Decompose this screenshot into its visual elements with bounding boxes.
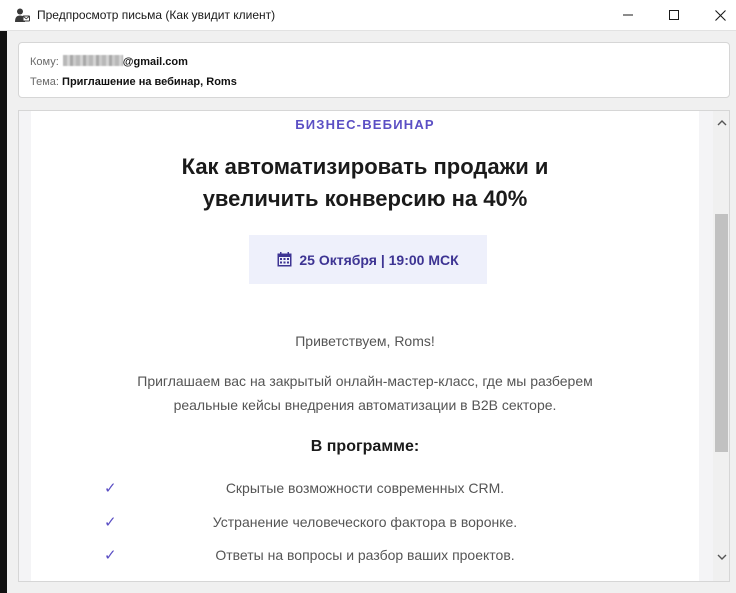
chevron-down-icon xyxy=(717,554,726,560)
program-heading: В программе: xyxy=(310,438,420,455)
recipient-row: Кому: @gmail.com xyxy=(30,55,188,68)
scroll-up-button[interactable] xyxy=(713,119,729,133)
scroll-thumb[interactable] xyxy=(715,214,728,452)
email-preview-pane[interactable]: БИЗНЕС-ВЕБИНАР Как автоматизировать прод… xyxy=(18,110,730,582)
maximize-icon xyxy=(669,10,679,20)
close-icon xyxy=(714,9,726,21)
window-title: Предпросмотр письма (Как увидит клиент) xyxy=(37,8,276,22)
scroll-down-button[interactable] xyxy=(713,553,729,567)
chevron-up-icon xyxy=(717,120,726,126)
subject-value: Приглашение на вебинар, Roms xyxy=(62,76,237,88)
event-date: 25 Октября | 19:00 МСК xyxy=(299,251,459,268)
greeting-text: Приветствуем, Roms! xyxy=(295,333,435,349)
headline-line-2: увеличить конверсию на 40% xyxy=(202,186,528,211)
message-header: Кому: @gmail.com Тема: Приглашение на веб… xyxy=(18,42,730,98)
program-item: ✓ Скрытые возможности современных CRM. xyxy=(31,479,699,501)
maximize-button[interactable] xyxy=(651,0,697,30)
program-item: ✓ Ответы на вопросы и разбор ваших проек… xyxy=(31,546,699,568)
to-label: Кому: xyxy=(30,56,59,68)
email-scroll-area[interactable]: БИЗНЕС-ВЕБИНАР Как автоматизировать прод… xyxy=(19,111,713,581)
program-item-text: Устранение человеческого фактора в ворон… xyxy=(212,514,518,530)
subject-label: Тема: xyxy=(30,76,59,88)
close-button[interactable] xyxy=(697,0,736,30)
email-body: БИЗНЕС-ВЕБИНАР Как автоматизировать прод… xyxy=(31,111,699,581)
program-item-text: Ответы на вопросы и разбор ваших проекто… xyxy=(215,547,515,563)
redacted-email xyxy=(62,55,123,66)
program-item: ✓ Устранение человеческого фактора в вор… xyxy=(31,513,699,535)
program-item-text: Скрытые возможности современных CRM. xyxy=(225,480,505,496)
subject-row: Тема: Приглашение на вебинар, Roms xyxy=(30,76,237,88)
window-titlebar[interactable]: Предпросмотр письма (Как увидит клиент) xyxy=(0,0,736,31)
headline-line-1: Как автоматизировать продажи и xyxy=(181,154,549,179)
minimize-button[interactable] xyxy=(605,0,651,30)
recipient-email: @gmail.com xyxy=(122,56,188,68)
event-date-badge: 25 Октября | 19:00 МСК xyxy=(249,235,487,284)
email-headline: Как автоматизировать продажи и увеличить… xyxy=(31,151,699,215)
vertical-scrollbar[interactable] xyxy=(713,111,729,581)
calendar-icon xyxy=(277,252,292,267)
window-edge-strip xyxy=(0,30,7,593)
intro-line-1: Приглашаем вас на закрытый онлайн-мастер… xyxy=(137,373,593,389)
email-kicker: БИЗНЕС-ВЕБИНАР xyxy=(295,117,435,132)
intro-line-2: реальные кейсы внедрения автоматизации в… xyxy=(173,397,557,413)
person-mail-icon xyxy=(14,7,30,23)
minimize-icon xyxy=(623,14,633,16)
intro-paragraph: Приглашаем вас на закрытый онлайн-мастер… xyxy=(31,369,699,417)
